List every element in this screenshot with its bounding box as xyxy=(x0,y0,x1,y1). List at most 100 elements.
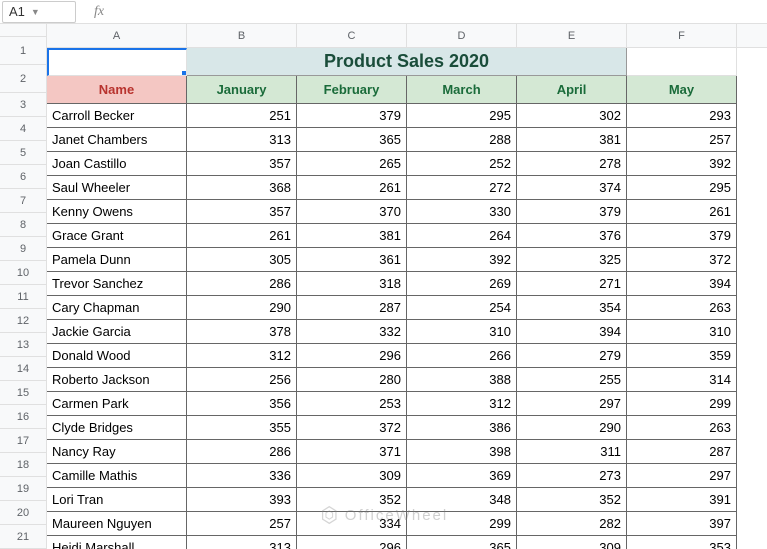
row-header-4[interactable]: 4 xyxy=(0,117,46,141)
cell-value[interactable]: 264 xyxy=(407,224,517,248)
cell-value[interactable]: 391 xyxy=(627,488,737,512)
cell-value[interactable]: 352 xyxy=(517,488,627,512)
cell-value[interactable]: 379 xyxy=(627,224,737,248)
cell-value[interactable]: 261 xyxy=(187,224,297,248)
cell-value[interactable]: 374 xyxy=(517,176,627,200)
cell-value[interactable]: 356 xyxy=(187,392,297,416)
row-header-11[interactable]: 11 xyxy=(0,285,46,309)
header-month[interactable]: February xyxy=(297,76,407,104)
row-header-8[interactable]: 8 xyxy=(0,213,46,237)
cell-value[interactable]: 314 xyxy=(627,368,737,392)
header-month[interactable]: May xyxy=(627,76,737,104)
cell-value[interactable]: 290 xyxy=(187,296,297,320)
cell-value[interactable]: 392 xyxy=(407,248,517,272)
cell-name[interactable]: Trevor Sanchez xyxy=(47,272,187,296)
cell-name[interactable]: Saul Wheeler xyxy=(47,176,187,200)
row-header-2[interactable]: 2 xyxy=(0,65,46,93)
cell-value[interactable]: 261 xyxy=(627,200,737,224)
cell-value[interactable]: 355 xyxy=(187,416,297,440)
title-cell[interactable]: Product Sales 2020 xyxy=(187,48,627,76)
cell-name[interactable]: Clyde Bridges xyxy=(47,416,187,440)
cell-value[interactable]: 255 xyxy=(517,368,627,392)
cell-value[interactable]: 365 xyxy=(407,536,517,549)
cell-value[interactable]: 369 xyxy=(407,464,517,488)
row-header-16[interactable]: 16 xyxy=(0,405,46,429)
cell-value[interactable]: 263 xyxy=(627,296,737,320)
row-header-12[interactable]: 12 xyxy=(0,309,46,333)
cell-value[interactable]: 361 xyxy=(297,248,407,272)
cell-value[interactable]: 310 xyxy=(407,320,517,344)
cell-value[interactable]: 313 xyxy=(187,128,297,152)
cell-value[interactable]: 357 xyxy=(187,200,297,224)
cell-value[interactable]: 297 xyxy=(627,464,737,488)
cell-value[interactable]: 312 xyxy=(407,392,517,416)
row-header-18[interactable]: 18 xyxy=(0,453,46,477)
cell-value[interactable]: 368 xyxy=(187,176,297,200)
cell-value[interactable]: 256 xyxy=(187,368,297,392)
row-header-13[interactable]: 13 xyxy=(0,333,46,357)
cell-value[interactable]: 348 xyxy=(407,488,517,512)
cell-value[interactable]: 381 xyxy=(297,224,407,248)
cell-value[interactable]: 394 xyxy=(627,272,737,296)
cell-value[interactable]: 394 xyxy=(517,320,627,344)
column-header-F[interactable]: F xyxy=(627,24,737,47)
cell-value[interactable]: 379 xyxy=(517,200,627,224)
cell-value[interactable]: 305 xyxy=(187,248,297,272)
cell-value[interactable]: 296 xyxy=(297,536,407,549)
cell-value[interactable]: 336 xyxy=(187,464,297,488)
row-header-10[interactable]: 10 xyxy=(0,261,46,285)
cell-value[interactable]: 252 xyxy=(407,152,517,176)
cell-name[interactable]: Joan Castillo xyxy=(47,152,187,176)
name-box[interactable]: A1 ▼ xyxy=(2,1,76,23)
header-month[interactable]: January xyxy=(187,76,297,104)
cell-value[interactable]: 378 xyxy=(187,320,297,344)
cell-value[interactable]: 309 xyxy=(517,536,627,549)
cell-value[interactable]: 381 xyxy=(517,128,627,152)
cell-name[interactable]: Nancy Ray xyxy=(47,440,187,464)
cell-value[interactable]: 386 xyxy=(407,416,517,440)
cell-value[interactable]: 311 xyxy=(517,440,627,464)
cell-name[interactable]: Lori Tran xyxy=(47,488,187,512)
cell-value[interactable]: 372 xyxy=(297,416,407,440)
cell-value[interactable]: 296 xyxy=(297,344,407,368)
cell-value[interactable]: 253 xyxy=(297,392,407,416)
cell-name[interactable]: Grace Grant xyxy=(47,224,187,248)
cell-value[interactable]: 263 xyxy=(627,416,737,440)
cell-value[interactable]: 302 xyxy=(517,104,627,128)
row-header-3[interactable]: 3 xyxy=(0,93,46,117)
cell-name[interactable]: Carroll Becker xyxy=(47,104,187,128)
cell-value[interactable]: 332 xyxy=(297,320,407,344)
cell-value[interactable]: 376 xyxy=(517,224,627,248)
column-header-D[interactable]: D xyxy=(407,24,517,47)
cell-name[interactable]: Carmen Park xyxy=(47,392,187,416)
cell-value[interactable]: 290 xyxy=(517,416,627,440)
cell-value[interactable]: 299 xyxy=(407,512,517,536)
cell-value[interactable]: 309 xyxy=(297,464,407,488)
cell-value[interactable]: 272 xyxy=(407,176,517,200)
cell-name[interactable]: Maureen Nguyen xyxy=(47,512,187,536)
row-header-14[interactable]: 14 xyxy=(0,357,46,381)
cell-value[interactable]: 288 xyxy=(407,128,517,152)
cell-value[interactable]: 312 xyxy=(187,344,297,368)
cell-value[interactable]: 273 xyxy=(517,464,627,488)
cell-name[interactable]: Pamela Dunn xyxy=(47,248,187,272)
cell-name[interactable]: Roberto Jackson xyxy=(47,368,187,392)
cell-value[interactable]: 257 xyxy=(187,512,297,536)
header-month[interactable]: March xyxy=(407,76,517,104)
cell-F1[interactable] xyxy=(627,48,737,76)
row-header-1[interactable]: 1 xyxy=(0,37,46,65)
row-header-17[interactable]: 17 xyxy=(0,429,46,453)
cell-value[interactable]: 269 xyxy=(407,272,517,296)
row-header-5[interactable]: 5 xyxy=(0,141,46,165)
cell-value[interactable]: 379 xyxy=(297,104,407,128)
cell-value[interactable]: 265 xyxy=(297,152,407,176)
cell-name[interactable]: Janet Chambers xyxy=(47,128,187,152)
cell-value[interactable]: 293 xyxy=(627,104,737,128)
cell-value[interactable]: 251 xyxy=(187,104,297,128)
cell-value[interactable]: 295 xyxy=(407,104,517,128)
cell-name[interactable]: Camille Mathis xyxy=(47,464,187,488)
cell-value[interactable]: 279 xyxy=(517,344,627,368)
cell-value[interactable]: 365 xyxy=(297,128,407,152)
select-all-corner[interactable] xyxy=(0,24,46,37)
cell-name[interactable]: Kenny Owens xyxy=(47,200,187,224)
